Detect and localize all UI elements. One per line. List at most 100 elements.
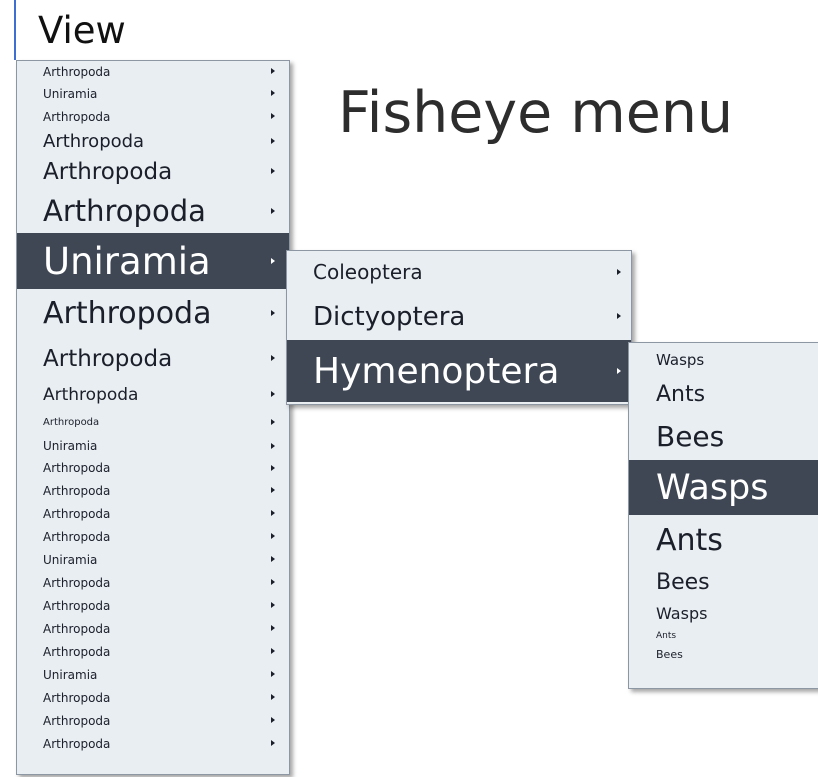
menu-level-1-item[interactable]: Uniramia xyxy=(17,435,289,457)
menu-level-1-item[interactable]: Arthropoda xyxy=(17,410,289,435)
menu-item-label: Wasps xyxy=(656,603,708,623)
menu-level-1-item[interactable]: Arthropoda xyxy=(17,686,289,709)
menu-item-label: Wasps xyxy=(656,467,769,508)
menu-item-label: Arthropoda xyxy=(43,644,111,659)
menu-level-1-item[interactable]: Arthropoda xyxy=(17,709,289,732)
menu-item-label: Arthropoda xyxy=(43,158,173,185)
submenu-arrow-icon xyxy=(271,90,275,96)
menu-item-label: Uniramia xyxy=(43,239,211,283)
menu-level-1-item[interactable]: Arthropoda xyxy=(17,732,289,755)
menu-item-label: Wasps xyxy=(656,350,705,369)
submenu-arrow-icon xyxy=(271,442,275,449)
submenu-arrow-icon xyxy=(271,648,275,654)
menu-level-3-item[interactable]: Wasps xyxy=(629,599,818,627)
submenu-arrow-icon xyxy=(271,533,275,539)
menu-level-3-item[interactable]: Ants xyxy=(629,515,818,565)
submenu-arrow-icon xyxy=(271,391,275,397)
menu-level-1-item[interactable]: Arthropoda xyxy=(17,289,289,338)
submenu-arrow-icon xyxy=(271,579,275,585)
submenu-arrow-icon xyxy=(271,671,275,677)
menu-level-1-item[interactable]: Arthropoda xyxy=(17,457,289,479)
submenu-arrow-icon xyxy=(271,419,275,425)
menu-item-label: Arthropoda xyxy=(43,130,145,152)
submenu-arrow-icon xyxy=(271,740,275,746)
menu-item-label: Arthropoda xyxy=(43,529,111,544)
menu-item-label: Arthropoda xyxy=(43,713,111,728)
menu-level-1-item[interactable]: Arthropoda xyxy=(17,338,289,379)
submenu-arrow-icon xyxy=(271,694,275,700)
menu-level-1-item[interactable]: Arthropoda xyxy=(17,105,289,128)
menu-level-2-item[interactable]: Hymenoptera xyxy=(287,340,631,402)
submenu-arrow-icon xyxy=(271,68,275,74)
menu-item-label: Dictyoptera xyxy=(313,301,466,332)
menu-item-label: Arthropoda xyxy=(43,384,139,405)
submenu-arrow-icon xyxy=(271,310,275,316)
menu-level-1-item[interactable]: Uniramia xyxy=(17,548,289,571)
menu-item-label: Arthropoda xyxy=(43,461,111,475)
menu-item-label: Ants xyxy=(656,630,677,641)
submenu-arrow-icon xyxy=(271,355,275,361)
submenu-arrow-icon xyxy=(617,268,621,275)
menu-level-3-item[interactable]: Ants xyxy=(629,627,818,644)
menu-item-label: Arthropoda xyxy=(43,575,111,590)
menu-level-1-item[interactable]: Uniramia xyxy=(17,82,289,105)
menu-item-label: Arthropoda xyxy=(43,621,111,636)
menu-level-1-item[interactable]: Arthropoda xyxy=(17,525,289,548)
submenu-arrow-icon xyxy=(271,257,275,264)
menu-item-label: Arthropoda xyxy=(43,598,111,613)
fisheye-menu-level-2: Coleoptera Dictyoptera Hymenoptera xyxy=(286,250,632,405)
menu-item-label: Arthropoda xyxy=(43,109,111,124)
menu-level-1-item[interactable]: Arthropoda xyxy=(17,379,289,410)
menu-level-1-item[interactable]: Arthropoda xyxy=(17,128,289,154)
menu-level-1-item[interactable]: Uniramia xyxy=(17,663,289,686)
menu-level-3-item[interactable]: Bees xyxy=(629,644,818,664)
fisheye-menu-level-3: Wasps Ants Bees Wasps Ants Bees Wasps Ants Bees xyxy=(628,342,818,689)
menu-item-label: Bees xyxy=(656,569,710,595)
menu-item-label: Coleoptera xyxy=(313,260,423,284)
menu-level-1-item[interactable]: Arthropoda xyxy=(17,61,289,82)
submenu-arrow-icon xyxy=(271,113,275,119)
menu-level-3-item[interactable]: Ants xyxy=(629,376,818,412)
menu-item-label: Uniramia xyxy=(43,86,98,101)
menu-item-label: Uniramia xyxy=(43,667,98,682)
submenu-arrow-icon xyxy=(271,625,275,631)
menu-level-2-item[interactable]: Dictyoptera xyxy=(287,293,631,340)
menu-item-label: Arthropoda xyxy=(43,506,111,521)
menu-item-label: Uniramia xyxy=(43,552,98,567)
menu-level-3-item[interactable]: Wasps xyxy=(629,343,818,376)
menu-level-1-item[interactable]: Arthropoda xyxy=(17,594,289,617)
menu-level-3-item[interactable]: Bees xyxy=(629,412,818,460)
menu-level-3-item[interactable]: Wasps xyxy=(629,460,818,515)
submenu-arrow-icon xyxy=(271,137,275,144)
menu-level-1-item[interactable]: Arthropoda xyxy=(17,154,289,189)
menu-item-label: Arthropoda xyxy=(43,296,212,331)
menu-level-1-item[interactable]: Arthropoda xyxy=(17,189,289,233)
fisheye-menu-level-1: Arthropoda Uniramia Arthropoda Arthropoda Ar… xyxy=(16,60,290,775)
submenu-arrow-icon xyxy=(271,602,275,608)
menu-level-1-item[interactable]: Arthropoda xyxy=(17,640,289,663)
submenu-arrow-icon xyxy=(617,313,621,319)
menu-item-label: Ants xyxy=(656,522,723,558)
submenu-arrow-icon xyxy=(271,168,275,174)
menu-level-1-item[interactable]: Uniramia xyxy=(17,233,289,289)
submenu-arrow-icon xyxy=(271,464,275,471)
menu-item-label: Uniramia xyxy=(43,439,98,453)
menu-item-label: Arthropoda xyxy=(43,690,111,705)
menu-level-2-item[interactable]: Coleoptera xyxy=(287,251,631,293)
menu-item-label: Ants xyxy=(656,381,706,407)
menu-level-3-item[interactable]: Bees xyxy=(629,565,818,599)
menu-item-label: Arthropoda xyxy=(43,736,111,751)
menu-level-1-item[interactable]: Arthropoda xyxy=(17,502,289,525)
menu-item-label: Bees xyxy=(656,419,725,453)
menu-level-1-item[interactable]: Arthropoda xyxy=(17,571,289,594)
menu-item-label: Arthropoda xyxy=(43,345,173,372)
submenu-arrow-icon xyxy=(617,367,621,374)
window-edge-rule xyxy=(14,0,16,60)
submenu-arrow-icon xyxy=(271,487,275,493)
page-title: Fisheye menu xyxy=(338,80,734,146)
menu-item-label: Arthropoda xyxy=(43,417,100,428)
menu-level-1-item[interactable]: Arthropoda xyxy=(17,479,289,502)
view-menu-title[interactable]: View xyxy=(38,8,126,54)
menu-item-label: Bees xyxy=(656,647,683,661)
menu-level-1-item[interactable]: Arthropoda xyxy=(17,617,289,640)
